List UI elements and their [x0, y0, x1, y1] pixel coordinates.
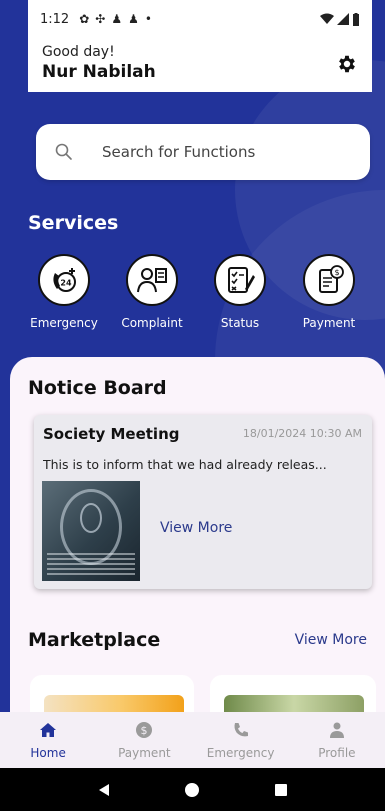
nav-label: Profile — [318, 746, 356, 760]
svg-text:$: $ — [141, 724, 148, 737]
nav-home[interactable]: Home — [3, 720, 93, 760]
service-icon-circle — [214, 254, 266, 306]
nav-emergency[interactable]: Emergency — [196, 720, 286, 760]
system-navigation-bar — [0, 768, 385, 811]
service-icon-circle — [126, 254, 178, 306]
nav-label: Emergency — [206, 746, 275, 760]
wifi-icon — [320, 13, 334, 24]
status-bar: 1:12 ✿ ✣ ♟ ♟ • — [28, 0, 372, 38]
notice-text: This is to inform that we had already re… — [43, 457, 327, 472]
status-checklist-icon — [228, 267, 255, 293]
notice-view-more-link[interactable]: View More — [160, 520, 232, 536]
emergency-24-icon: 24 — [53, 268, 76, 292]
notice-board-title: Notice Board — [28, 377, 167, 399]
svg-text:$: $ — [334, 268, 339, 277]
services-title: Services — [28, 212, 119, 234]
back-button[interactable] — [94, 780, 114, 800]
fan-notification-icon: ✣ — [95, 12, 106, 26]
search-icon — [55, 143, 72, 160]
greeting-header: Good day! Nur Nabilah — [28, 38, 372, 92]
battery-icon — [353, 12, 359, 26]
marketplace-view-more-link[interactable]: View More — [295, 632, 367, 648]
nav-label: Payment — [118, 746, 171, 760]
content-panel: Notice Board Society Meeting 18/01/2024 … — [10, 357, 385, 735]
service-label: Status — [220, 316, 260, 330]
payment-invoice-icon: $ — [319, 265, 344, 293]
status-indicators — [320, 12, 360, 26]
service-label: Emergency — [30, 316, 98, 330]
home-icon — [40, 723, 57, 737]
service-icon-circle: 24 — [38, 254, 90, 306]
service-icon-circle: $ — [303, 254, 355, 306]
app-screen: 1:12 ✿ ✣ ♟ ♟ • Good day! Nur Nabilah Sea… — [0, 0, 385, 811]
complaint-icon — [137, 268, 167, 293]
service-payment[interactable]: $ Payment — [290, 254, 368, 330]
nav-profile[interactable]: Profile — [292, 720, 382, 760]
service-status[interactable]: Status — [201, 254, 279, 330]
greeting-text: Good day! — [42, 44, 115, 60]
dot-icon: • — [144, 12, 152, 26]
status-time: 1:12 — [40, 11, 70, 27]
service-label: Payment — [302, 316, 356, 330]
dollar-icon: $ — [136, 722, 153, 738]
notice-date: 18/01/2024 10:30 AM — [242, 427, 362, 440]
bottom-navigation: Home $ Payment Emergency Profile — [0, 712, 385, 768]
recents-button[interactable] — [271, 780, 291, 800]
person-icon — [329, 722, 344, 738]
signal-icon — [337, 13, 349, 25]
home-circle-icon — [185, 782, 200, 797]
gear-icon[interactable] — [336, 53, 358, 75]
service-label: Complaint — [121, 316, 183, 330]
notice-card[interactable]: Society Meeting 18/01/2024 10:30 AM This… — [34, 415, 372, 589]
phone-icon — [234, 723, 248, 737]
search-input[interactable]: Search for Functions — [36, 124, 370, 180]
notice-title: Society Meeting — [43, 425, 180, 443]
service-emergency[interactable]: 24 Emergency — [25, 254, 103, 330]
nav-label: Home — [30, 746, 66, 760]
service-complaint[interactable]: Complaint — [113, 254, 191, 330]
marketplace-title: Marketplace — [28, 629, 161, 651]
home-system-button[interactable] — [182, 780, 202, 800]
user-name: Nur Nabilah — [42, 62, 156, 82]
person-notification-icon: ♟ — [111, 12, 123, 26]
svg-text:24: 24 — [60, 279, 72, 288]
search-placeholder: Search for Functions — [102, 143, 256, 161]
nav-payment[interactable]: $ Payment — [99, 720, 189, 760]
notice-image — [42, 481, 140, 581]
person-notification-icon: ♟ — [128, 12, 139, 26]
recents-square-icon — [274, 783, 287, 796]
back-triangle-icon — [99, 783, 110, 796]
settings-notification-icon: ✿ — [79, 12, 90, 26]
